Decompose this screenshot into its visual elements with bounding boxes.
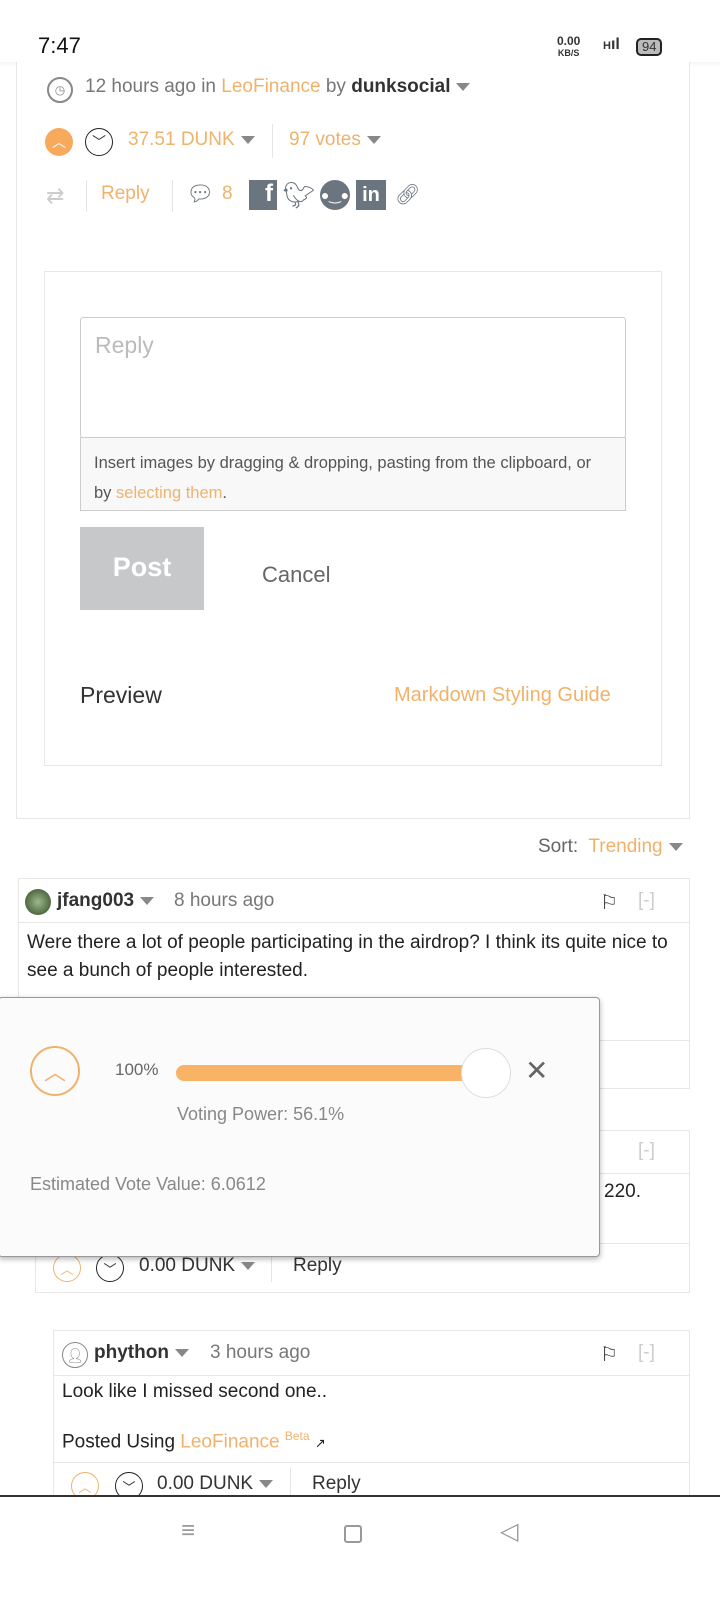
select-images-link[interactable]: selecting them <box>116 484 222 502</box>
comments-count[interactable]: 8 <box>222 183 233 205</box>
collapse-button[interactable]: [-] <box>638 1342 655 1364</box>
payout-value[interactable]: 37.51 DUNK <box>128 129 255 151</box>
downvote-button[interactable]: ﹀ <box>85 128 113 156</box>
close-icon[interactable]: ✕ <box>525 1054 548 1087</box>
navigation-bar: ≡ ◁ <box>0 1495 720 1600</box>
upvote-button[interactable]: ︿ <box>45 128 73 156</box>
avatar[interactable]: 👤︎ <box>62 1342 88 1368</box>
collapse-button[interactable]: [-] <box>638 1140 655 1162</box>
votes-count[interactable]: 97 votes <box>289 129 381 151</box>
author-dropdown-icon[interactable] <box>456 82 471 91</box>
link-icon[interactable]: 🔗︎ <box>395 182 420 207</box>
vote-percent: 100% <box>115 1060 159 1079</box>
community-link[interactable]: LeoFinance <box>221 76 320 97</box>
image-upload-hint: Insert images by dragging & dropping, pa… <box>80 437 626 511</box>
facebook-icon[interactable]: f <box>249 180 277 210</box>
upvote-button[interactable]: ︿ <box>53 1254 81 1282</box>
author-link[interactable]: dunksocial <box>351 76 450 97</box>
post-meta: 12 hours ago in LeoFinance by dunksocial <box>85 76 471 98</box>
flag-icon[interactable]: ⚐ <box>600 1342 618 1367</box>
back-icon[interactable]: ◁ <box>500 1517 518 1546</box>
comments-icon: 💬︎ <box>186 181 214 206</box>
net-speed: 0.00 KB/S <box>557 34 581 58</box>
comment-text: Look like I missed second one.. <box>62 1381 328 1402</box>
slider-fill <box>176 1065 476 1081</box>
twitter-icon[interactable]: 🐦︎ <box>283 180 316 210</box>
comment-text: 220. <box>604 1181 641 1202</box>
voting-power: Voting Power: 56.1% <box>177 1104 345 1124</box>
clock: 7:47 <box>38 33 81 58</box>
menu-icon[interactable]: ≡ <box>181 1517 195 1545</box>
payout-value[interactable]: 0.00 DUNK <box>157 1473 274 1495</box>
posted-using: Posted Using LeoFinance Beta ↗ <box>62 1429 326 1453</box>
estimated-vote-value: Estimated Vote Value: 6.0612 <box>30 1174 266 1194</box>
payout-value[interactable]: 0.00 DUNK <box>139 1255 256 1277</box>
cancel-button[interactable]: Cancel <box>262 562 330 588</box>
app-link[interactable]: LeoFinance <box>180 1431 279 1452</box>
upvote-confirm-button[interactable]: ︿ <box>30 1046 80 1096</box>
markdown-guide-link[interactable]: Markdown Styling Guide <box>394 684 611 707</box>
post-button[interactable]: Post <box>80 527 204 610</box>
comment-time: 3 hours ago <box>210 1342 311 1363</box>
comment-author[interactable]: jfang003 <box>57 890 155 912</box>
downvote-button[interactable]: ﹀ <box>96 1254 124 1282</box>
linkedin-icon[interactable]: in <box>356 180 386 210</box>
reply-link[interactable]: Reply <box>312 1473 361 1495</box>
external-link-icon[interactable]: ↗ <box>315 1435 326 1450</box>
comment-author[interactable]: phython <box>94 1342 189 1364</box>
slider-thumb[interactable] <box>461 1048 511 1098</box>
reddit-icon[interactable]: ●‿● <box>320 180 350 210</box>
sort-dropdown[interactable]: Sort: Trending <box>538 836 683 858</box>
reply-link[interactable]: Reply <box>293 1255 342 1277</box>
comment-time: 8 hours ago <box>174 890 275 911</box>
battery-icon: 94 <box>636 38 663 56</box>
flag-icon[interactable]: ⚐ <box>600 890 618 915</box>
status-bar: 7:47 0.00 KB/S Hıl 94 <box>0 0 720 62</box>
reply-link[interactable]: Reply <box>101 183 150 205</box>
clock-icon: ◷ <box>47 77 73 103</box>
comment-text: Were there a lot of people participating… <box>27 932 668 981</box>
vote-weight-slider[interactable] <box>176 1065 486 1081</box>
avatar[interactable] <box>25 889 51 915</box>
reply-textarea[interactable]: Reply <box>80 317 626 438</box>
signal-icon: Hıl <box>603 36 620 53</box>
home-icon[interactable] <box>344 1525 362 1543</box>
vote-popup: ︿ 100% ✕ Voting Power: 56.1% Estimated V… <box>0 997 600 1257</box>
preview-label: Preview <box>80 682 162 708</box>
reblog-icon[interactable]: ⇄ <box>46 183 64 209</box>
collapse-button[interactable]: [-] <box>638 890 655 912</box>
